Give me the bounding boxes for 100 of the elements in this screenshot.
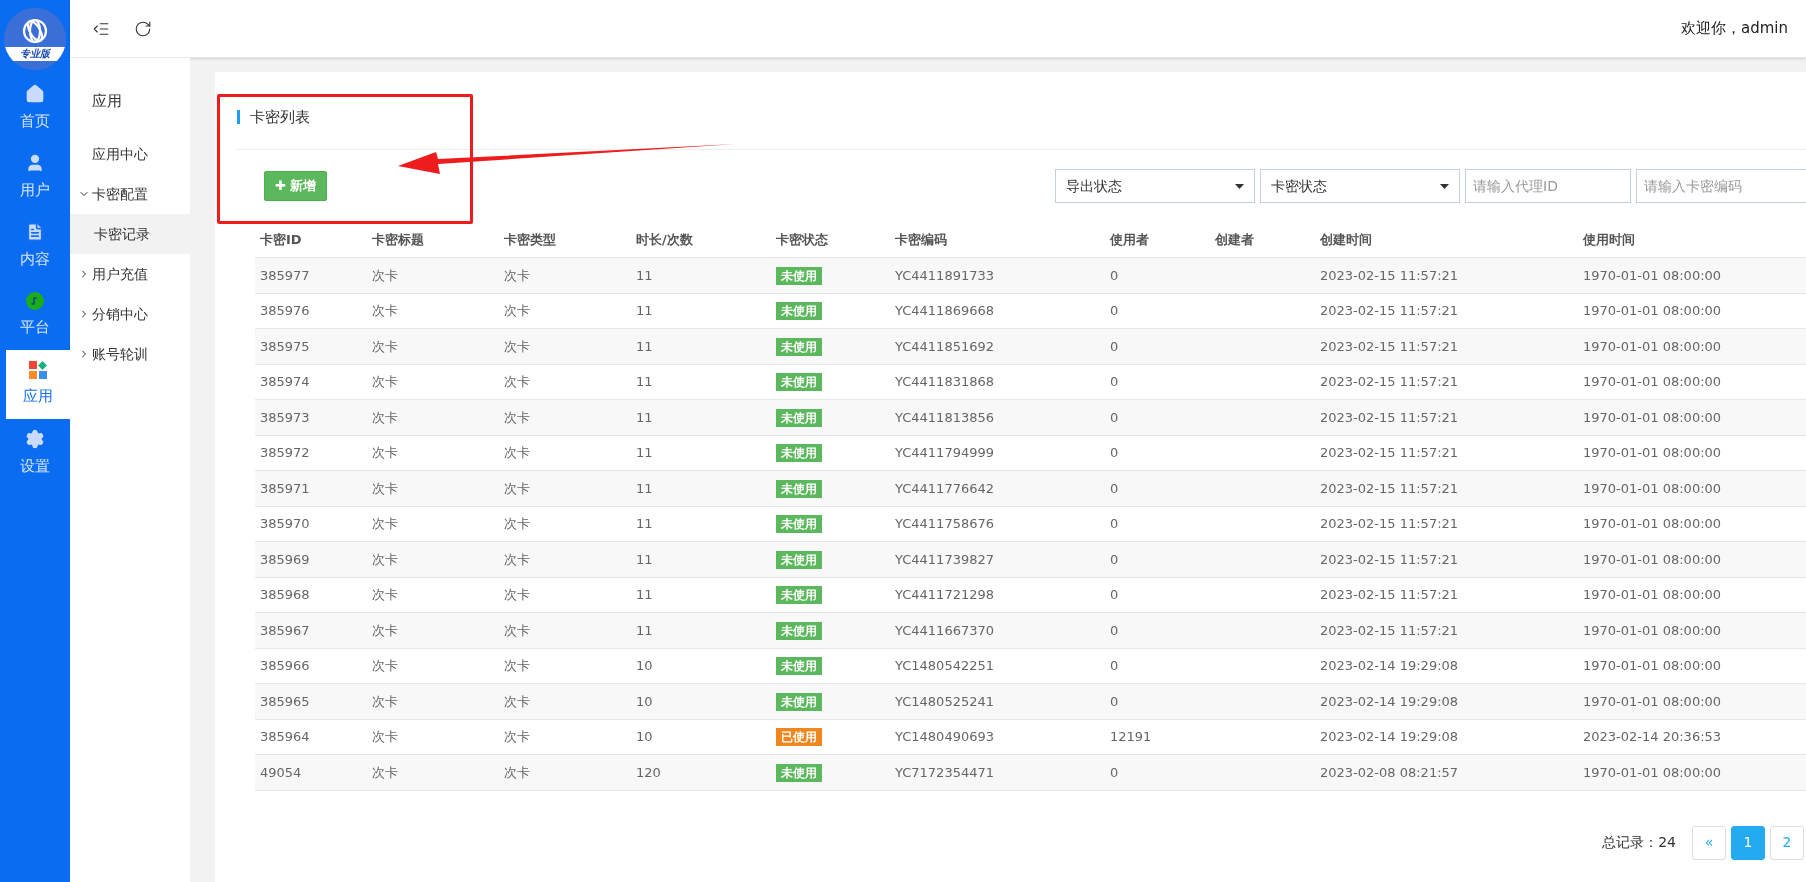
status-badge: 未使用 xyxy=(776,302,822,320)
table-cell-text: 385974 xyxy=(259,373,311,391)
table-cell-text: 385967 xyxy=(259,621,311,640)
table-cell-text: 0 xyxy=(1109,266,1120,285)
table-cell-text: 次卡 xyxy=(503,657,531,675)
table-cell-text: YC4411851692 xyxy=(894,337,996,356)
refresh-icon[interactable] xyxy=(134,19,152,38)
table-cell-text: 385966 xyxy=(259,657,311,675)
table-cell-text: 次卡 xyxy=(371,408,399,427)
table-cell-text: 11 xyxy=(635,586,654,604)
table-cell-text: 2023-02-15 11:57:21 xyxy=(1319,337,1460,356)
submenu-title: 应用 xyxy=(91,91,123,112)
table-cell-text: 11 xyxy=(635,337,654,356)
table-cell-text: 次卡 xyxy=(371,692,399,711)
table-cell-text: 385964 xyxy=(259,728,311,746)
table-cell-text: 12191 xyxy=(1109,728,1153,746)
table-cell-text: 1970-01-01 08:00:00 xyxy=(1582,657,1723,675)
table-cell-text: 0 xyxy=(1109,337,1120,356)
table-cell-text: 11 xyxy=(635,621,654,640)
document-icon xyxy=(25,222,45,243)
table-cell-text: 1970-01-01 08:00:00 xyxy=(1582,408,1723,427)
table-cell-text: YC4411667370 xyxy=(894,621,996,640)
table-cell-text: 10 xyxy=(635,657,654,675)
page-button[interactable]: 2 xyxy=(1770,825,1804,860)
input-field[interactable]: 请输入卡密编码 xyxy=(1636,169,1806,203)
submenu-item[interactable]: 卡密记录 xyxy=(70,214,190,254)
table-cell-text: 11 xyxy=(635,373,654,391)
submenu-item[interactable]: 应用中心 xyxy=(70,134,190,174)
table-cell-text: 2023-02-14 19:29:08 xyxy=(1319,657,1460,675)
table-cell-text: 11 xyxy=(635,266,654,285)
table-cell-text: 0 xyxy=(1109,621,1120,640)
table-cell-text: 2023-02-15 11:57:21 xyxy=(1319,550,1460,569)
card-title: 卡密列表 xyxy=(237,109,310,124)
nav-item[interactable]: 平台 xyxy=(0,281,70,350)
select-field[interactable]: 卡密状态 xyxy=(1260,169,1460,203)
table-cell-text: 次卡 xyxy=(503,444,531,462)
table-cell-text: 0 xyxy=(1109,444,1120,462)
page-button[interactable]: « xyxy=(1692,825,1726,860)
status-badge: 未使用 xyxy=(776,692,822,711)
table-cell-text: 1970-01-01 08:00:00 xyxy=(1582,373,1723,391)
table-cell-text: 0 xyxy=(1109,586,1120,604)
table-cell-text: 2023-02-14 19:29:08 xyxy=(1319,692,1460,711)
table-cell-text: 次卡 xyxy=(371,302,399,320)
nav-item[interactable]: 设置 xyxy=(0,419,70,488)
table-cell-text: 385969 xyxy=(259,550,311,569)
column-header: 使用时间 xyxy=(1581,230,1636,249)
table-cell-text: 2023-02-15 11:57:21 xyxy=(1319,479,1460,498)
table-cell-text: 1970-01-01 08:00:00 xyxy=(1582,692,1723,711)
table-cell-text: 1970-01-01 08:00:00 xyxy=(1582,763,1723,782)
table-cell-text: 49054 xyxy=(259,763,303,782)
column-header: 卡密类型 xyxy=(503,230,557,249)
submenu-item[interactable]: 分销中心 xyxy=(70,294,190,334)
table-cell-text: YC4411813856 xyxy=(894,408,996,427)
settings-icon xyxy=(25,429,45,450)
table-cell-text: 次卡 xyxy=(371,657,399,675)
table-cell-text: 次卡 xyxy=(371,266,399,285)
table-cell-text: 次卡 xyxy=(371,337,399,356)
column-header: 创建时间 xyxy=(1319,230,1373,249)
input-field[interactable]: 请输入代理ID xyxy=(1465,169,1631,203)
table-cell-text: 0 xyxy=(1109,408,1120,427)
column-header: 卡密ID xyxy=(259,230,303,249)
status-badge: 已使用 xyxy=(776,728,822,746)
status-badge: 未使用 xyxy=(776,479,822,498)
column-header: 卡密编码 xyxy=(894,230,948,249)
table-cell-text: 2023-02-15 11:57:21 xyxy=(1319,515,1460,533)
add-button[interactable]: ✚ 新增 xyxy=(264,171,328,201)
submenu-item[interactable]: 用户充值 xyxy=(70,254,190,294)
nav-item[interactable]: 首页 xyxy=(0,74,70,143)
status-badge: 未使用 xyxy=(776,550,822,569)
table-cell-text: YC1480525241 xyxy=(894,692,996,711)
table-cell-text: 120 xyxy=(635,763,662,782)
table-cell-text: 1970-01-01 08:00:00 xyxy=(1582,444,1723,462)
table-cell-text: 0 xyxy=(1109,302,1120,320)
table-cell-text: 1970-01-01 08:00:00 xyxy=(1582,337,1723,356)
table-cell-text: 次卡 xyxy=(371,586,399,604)
status-badge: 未使用 xyxy=(776,266,822,285)
nav-item[interactable]: 应用 xyxy=(6,350,70,419)
table-cell-text: YC4411891733 xyxy=(894,266,996,285)
table-cell-text: 1970-01-01 08:00:00 xyxy=(1582,515,1723,533)
nav-item[interactable]: 用户 xyxy=(0,143,70,212)
select-field[interactable]: 导出状态 xyxy=(1055,169,1255,203)
status-badge: 未使用 xyxy=(776,657,822,675)
table-cell-text: YC1480490693 xyxy=(894,728,996,746)
table-cell-text: 2023-02-15 11:57:21 xyxy=(1319,266,1460,285)
column-header: 时长/次数 xyxy=(635,230,694,249)
table-cell-text: 385973 xyxy=(259,408,311,427)
caret-icon xyxy=(1440,183,1449,189)
submenu-item[interactable]: 账号轮训 xyxy=(70,334,190,374)
table-cell-text: 2023-02-15 11:57:21 xyxy=(1319,302,1460,320)
submenu-item[interactable]: 卡密配置 xyxy=(70,174,190,214)
table-cell-text: 次卡 xyxy=(503,621,531,640)
logo-icon xyxy=(21,17,49,45)
nav-item[interactable]: 内容 xyxy=(0,212,70,281)
page-button[interactable]: 1 xyxy=(1731,825,1765,860)
status-badge: 未使用 xyxy=(776,621,822,640)
table-cell-text: 次卡 xyxy=(371,479,399,498)
table-cell-text: 11 xyxy=(635,302,654,320)
platform-icon xyxy=(26,292,44,311)
table-cell-text: 2023-02-08 08:21:57 xyxy=(1319,763,1460,782)
table-cell-text: 0 xyxy=(1109,515,1120,533)
